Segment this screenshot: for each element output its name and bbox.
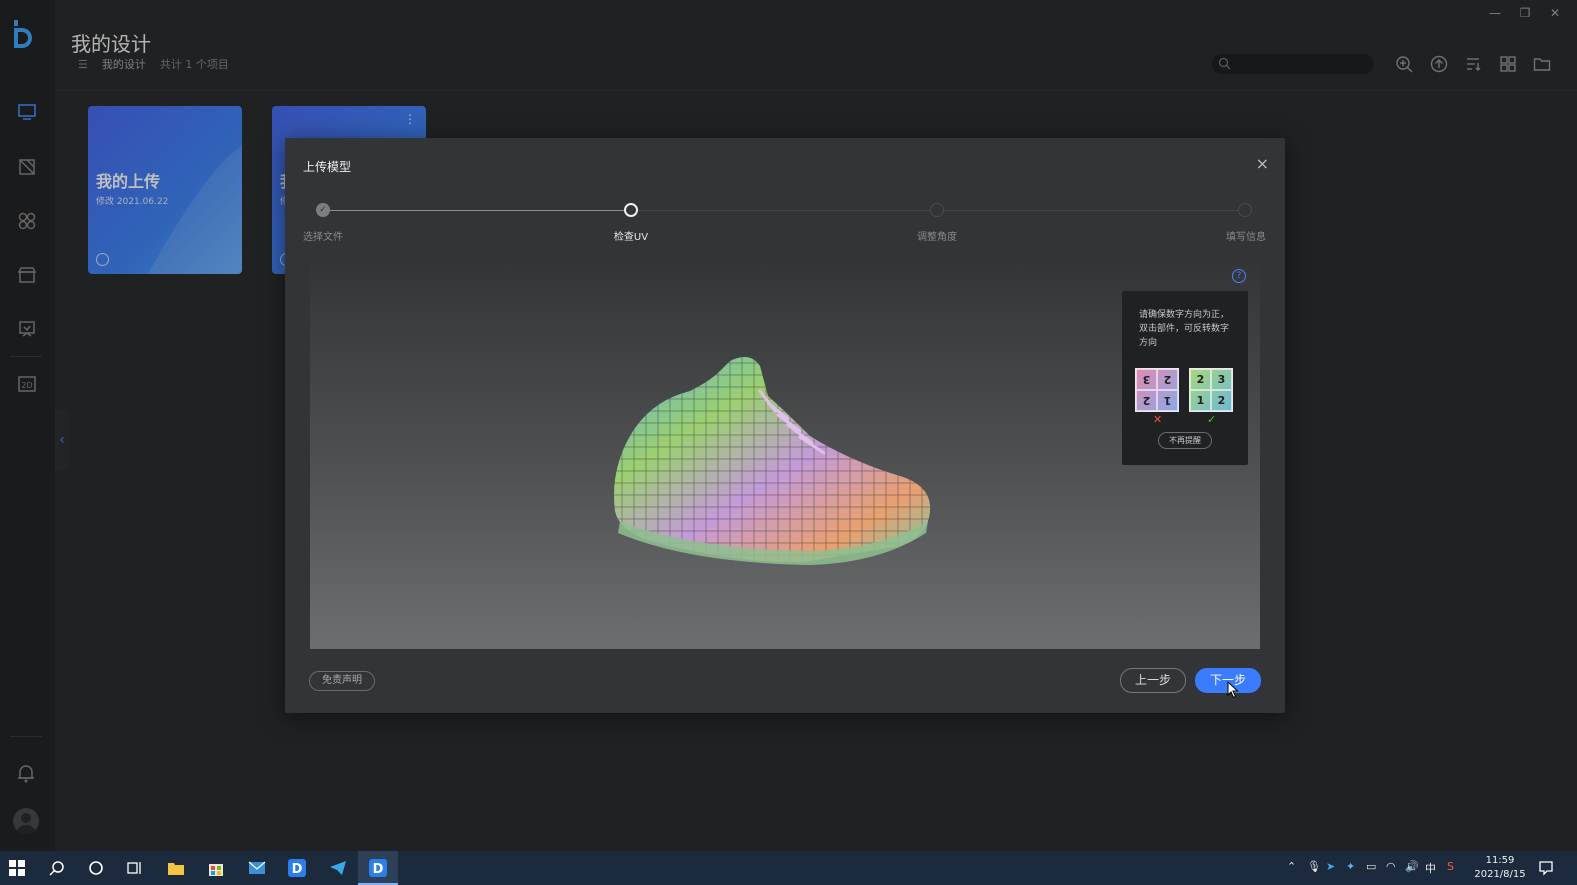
notification-center-icon [1539,861,1553,876]
task-view-button[interactable] [124,857,146,879]
mouse-cursor-icon [1227,681,1239,699]
tray-expand-icon[interactable]: ⌃ [1287,860,1296,873]
telegram-button[interactable] [327,857,349,879]
disclaimer-button[interactable]: 免责声明 [309,671,375,691]
tip-text: 请确保数字方向为正，双击部件，可反转数字方向 [1139,310,1230,348]
design-app-taskbar-button[interactable]: D [286,857,308,879]
battery-icon[interactable]: ▭ [1366,860,1376,873]
wifi-icon[interactable]: ◠ [1386,860,1396,873]
taskbar-search-button[interactable] [46,857,68,879]
tile-number: 2 [1157,369,1178,390]
store-button[interactable] [205,857,227,879]
wrong-mark-icon: ✕ [1153,413,1163,426]
network-app-tray-icon[interactable]: ✦ [1346,860,1355,873]
windows-icon [9,860,25,876]
help-icon[interactable]: ? [1232,269,1246,283]
clock-time: 11:59 [1485,855,1515,866]
app-logo-icon: D [288,859,306,877]
start-button[interactable] [6,857,28,879]
input-method-indicator[interactable]: 中 [1425,860,1436,876]
step-select-file: ✓ [316,203,330,217]
tile-number: 3 [1211,369,1232,390]
tile-number: 1 [1190,390,1211,411]
check-mark-icon: ✓ [1207,413,1217,426]
cortana-icon [89,861,103,875]
dialog-close-button[interactable]: × [1256,154,1269,173]
step-check-uv [624,203,638,217]
design-app-active-button[interactable]: D [367,857,389,879]
svg-text:D: D [373,862,384,877]
os-taskbar: D D ⌃ 🎙 ➤ ✦ ▭ ◠ 🔊 中 S 11:59 2021/8/15 [0,851,1577,885]
tile-number: 1 [1157,390,1178,411]
mail-button[interactable] [246,857,268,879]
search-icon [49,861,64,876]
task-view-icon [127,862,141,874]
file-explorer-icon [168,863,184,875]
step-fill-info [1238,203,1252,217]
store-bag-icon [209,864,223,876]
stepper-progress [323,210,631,211]
app-window: 2D ‹ 我的设计 ☰ 我的设计 共计 1 个项目 — ❐ ✕ 我的上传 修改 … [0,0,1577,885]
notification-center-button[interactable] [1535,857,1557,879]
shoe-model-preview[interactable] [610,351,940,581]
volume-icon[interactable]: 🔊 [1405,860,1419,873]
telegram-tray-icon[interactable]: ➤ [1326,860,1335,873]
app-logo-icon: D [369,859,387,877]
svg-text:D: D [292,862,303,877]
system-clock[interactable]: 11:59 2021/8/15 [1470,854,1530,882]
step-adjust-angle [930,203,944,217]
step-label: 填写信息 [1226,232,1266,243]
wrong-example-tile: 3 2 2 1 [1135,368,1179,412]
previous-step-button[interactable]: 上一步 [1120,668,1186,693]
correct-example-tile: 2 3 1 2 [1189,368,1233,412]
tile-number: 3 [1136,369,1157,390]
upload-model-dialog: 上传模型 × ✓ 选择文件 检查UV 调整角度 填写信息 ? 请确保数字方向为正… [285,138,1285,713]
file-explorer-button[interactable] [165,857,187,879]
tile-number: 2 [1136,390,1157,411]
cortana-button[interactable] [85,857,107,879]
clock-date: 2021/8/15 [1474,869,1526,880]
sogou-ime-icon[interactable]: S [1447,860,1454,873]
uv-direction-tip: 请确保数字方向为正，双击部件，可反转数字方向 3 2 2 1 2 3 1 2 ✕… [1122,291,1248,465]
mail-icon [248,861,266,874]
dialog-title: 上传模型 [303,160,352,174]
dont-remind-button[interactable]: 不再提醒 [1158,432,1212,449]
step-label: 检查UV [613,232,649,243]
microphone-icon[interactable]: 🎙 [1307,860,1321,873]
tile-number: 2 [1190,369,1211,390]
model-viewport[interactable] [310,256,1260,649]
tile-number: 2 [1211,390,1232,411]
step-label: 调整角度 [917,232,957,243]
step-label: 选择文件 [303,232,343,243]
paper-plane-icon [330,861,346,875]
